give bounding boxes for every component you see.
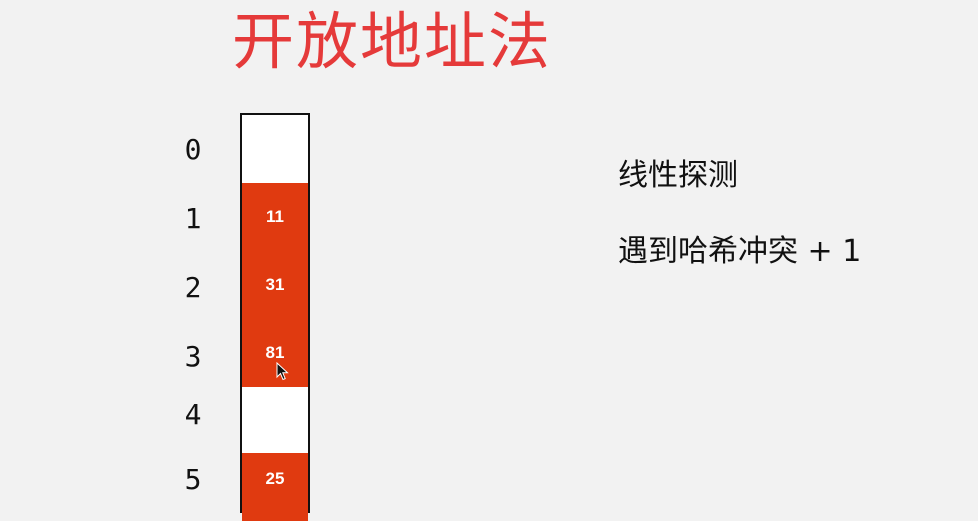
index-label-1: 1 [184, 202, 202, 235]
probe-method-label: 线性探测 [618, 158, 738, 193]
hash-cell-4 [242, 387, 308, 455]
hash-cell-1: 11 [242, 183, 308, 251]
index-label-3: 3 [184, 340, 202, 373]
hash-table: 11 31 81 25 [240, 113, 310, 521]
index-label-2: 2 [184, 271, 202, 304]
index-label-4: 4 [184, 398, 202, 431]
index-label-0: 0 [184, 133, 202, 166]
index-label-5: 5 [184, 463, 202, 496]
collision-rule-label: 遇到哈希冲突 + 1 [618, 234, 862, 269]
hash-cell-3: 81 [242, 319, 308, 387]
mouse-cursor-icon [276, 362, 289, 381]
page-title: 开放地址法 [232, 5, 553, 78]
hash-cell-0 [242, 115, 308, 183]
hash-cell-5: 25 [242, 453, 308, 521]
hash-cell-2: 31 [242, 251, 308, 319]
